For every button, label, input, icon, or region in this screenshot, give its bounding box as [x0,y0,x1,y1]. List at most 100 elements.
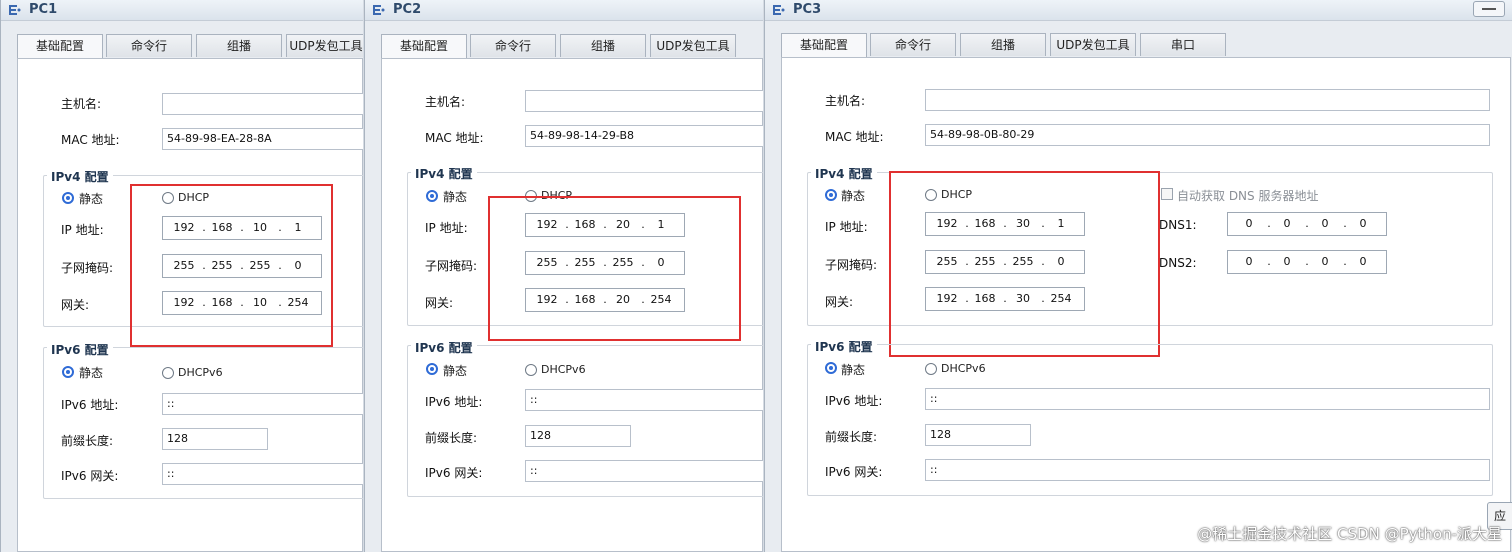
dhcpv6-radio[interactable] [525,364,537,376]
dns1-octet-1: 0 [1245,217,1253,230]
prefix-label: 前缀长度: [825,430,878,444]
ipv6-address-input[interactable]: :: [162,393,363,415]
pc2-titlebar[interactable]: PC2 [365,0,763,21]
tab-command-line[interactable]: 命令行 [870,33,956,56]
ip-label: IP 地址: [425,221,468,235]
tab-udp-tool[interactable]: UDP发包工具 [286,34,363,57]
static-radio[interactable] [825,189,837,201]
static-label: 静态 [79,192,104,206]
prefix-label: 前缀长度: [425,431,478,445]
dns1-input[interactable]: 0. 0. 0. 0 [1227,212,1387,236]
tab-basic-config[interactable]: 基础配置 [381,34,467,59]
ip-label: IP 地址: [61,223,104,237]
dns2-octet-2: 0 [1283,255,1291,268]
prefix-input[interactable]: 128 [925,424,1031,446]
ipv6-title: IPv6 配置 [47,341,113,358]
hostname-label: 主机名: [825,94,866,108]
dns-auto-checkbox[interactable] [1161,188,1173,200]
gateway-label: 网关: [825,295,854,309]
tab-udp-tool[interactable]: UDP发包工具 [650,34,736,57]
dhcpv6-radio[interactable] [162,367,174,379]
hostname-input[interactable] [162,93,363,115]
mask-label: 子网掩码: [61,261,114,275]
mac-label: MAC 地址: [825,130,884,144]
ipv4-title: IPv4 配置 [811,165,877,182]
mask-label: 子网掩码: [425,259,478,273]
ip-label: IP 地址: [825,220,868,234]
window-title: PC1 [29,2,58,17]
dns1-octet-3: 0 [1321,217,1329,230]
static-label: 静态 [841,189,866,203]
static6-label: 静态 [443,364,468,378]
mac-field: 54-89-98-0B-80-29 [925,124,1490,146]
pc1-titlebar[interactable]: PC1 [1,0,363,21]
minimize-icon[interactable] [1473,1,1505,17]
ensp-pc-icon [773,5,785,15]
mask-label: 子网掩码: [825,258,878,272]
static-radio[interactable] [62,192,74,204]
dns2-octet-1: 0 [1245,255,1253,268]
dhcpv6-label: DHCPv6 [941,362,986,375]
ipv4-title: IPv4 配置 [411,165,477,182]
highlight-box [130,184,333,347]
hostname-input[interactable] [525,90,763,112]
pc3-window: PC3 基础配置 命令行 组播 UDP发包工具 串口 主机名: MAC 地址: … [764,0,1512,552]
dhcpv6-label: DHCPv6 [541,363,586,376]
tab-serial-port[interactable]: 串口 [1140,33,1226,56]
mac-label: MAC 地址: [425,131,484,145]
hostname-label: 主机名: [61,97,102,111]
ipv6-address-input[interactable]: :: [525,389,763,411]
ipv6-address-input[interactable]: :: [925,388,1490,410]
mac-field: 54-89-98-14-29-B8 [525,125,763,147]
prefix-input[interactable]: 128 [525,425,631,447]
tab-command-line[interactable]: 命令行 [106,34,192,57]
static6-radio[interactable] [825,362,837,374]
dns2-input[interactable]: 0. 0. 0. 0 [1227,250,1387,274]
tab-multicast[interactable]: 组播 [960,33,1046,56]
dns2-octet-3: 0 [1321,255,1329,268]
ipv6-address-label: IPv6 地址: [425,395,483,409]
ipv6-gateway-input[interactable]: :: [925,459,1490,481]
ipv6-address-label: IPv6 地址: [61,398,119,412]
hostname-input[interactable] [925,89,1490,111]
tab-multicast[interactable]: 组播 [560,34,646,57]
tab-udp-tool[interactable]: UDP发包工具 [1050,33,1136,56]
highlight-box [889,171,1160,357]
static6-radio[interactable] [426,363,438,375]
gateway-label: 网关: [61,298,90,312]
dns1-label: DNS1: [1159,218,1197,232]
dns1-octet-4: 0 [1359,217,1367,230]
static-radio[interactable] [426,190,438,202]
highlight-box [488,196,741,341]
prefix-label: 前缀长度: [61,434,114,448]
tab-multicast[interactable]: 组播 [196,34,282,57]
static6-label: 静态 [841,363,866,377]
dns2-label: DNS2: [1159,256,1197,270]
mac-field: 54-89-98-EA-28-8A [162,128,363,150]
ipv6-gateway-label: IPv6 网关: [825,465,883,479]
dhcpv6-radio[interactable] [925,363,937,375]
pc2-window: PC2 基础配置 命令行 组播 UDP发包工具 主机名: MAC 地址: 54-… [364,0,763,552]
ipv6-gateway-input[interactable]: :: [162,463,363,485]
pc3-titlebar[interactable]: PC3 [765,0,1512,21]
dhcpv6-label: DHCPv6 [178,366,223,379]
ensp-pc-icon [9,5,21,15]
tab-basic-config[interactable]: 基础配置 [781,33,867,58]
ipv6-gateway-label: IPv6 网关: [425,466,483,480]
dns2-octet-4: 0 [1359,255,1367,268]
prefix-input[interactable]: 128 [162,428,268,450]
mac-label: MAC 地址: [61,133,120,147]
ensp-pc-icon [373,5,385,15]
dns-auto-label: 自动获取 DNS 服务器地址 [1177,189,1319,203]
window-title: PC3 [793,2,822,17]
dns1-octet-2: 0 [1283,217,1291,230]
ipv4-title: IPv4 配置 [47,168,113,185]
tab-basic-config[interactable]: 基础配置 [17,34,103,59]
ipv6-title: IPv6 配置 [411,339,477,356]
ipv6-gateway-input[interactable]: :: [525,460,763,482]
ipv6-gateway-label: IPv6 网关: [61,469,119,483]
tab-command-line[interactable]: 命令行 [470,34,556,57]
static6-radio[interactable] [62,366,74,378]
static6-label: 静态 [79,366,104,380]
gateway-label: 网关: [425,296,454,310]
